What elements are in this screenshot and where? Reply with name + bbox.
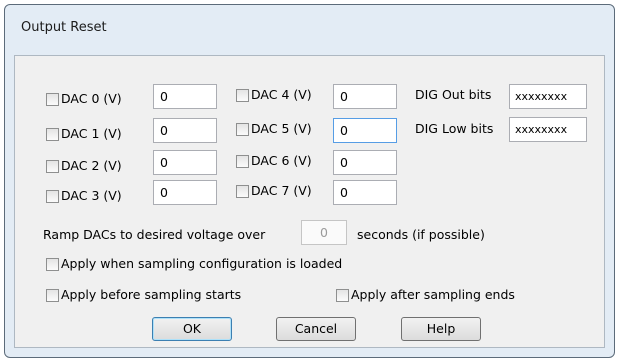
dig-out-label: DIG Out bits: [415, 87, 492, 102]
dac3-checkbox[interactable]: [46, 190, 59, 203]
dig-out-input[interactable]: xxxxxxxx: [509, 84, 587, 109]
dac5-input[interactable]: 0: [333, 118, 397, 143]
ramp-prefix-label: Ramp DACs to desired voltage over: [43, 227, 266, 242]
apply-after-sampling-checkbox[interactable]: [336, 289, 349, 302]
dac0-label: DAC 0 (V): [61, 91, 122, 106]
dac5-label: DAC 5 (V): [251, 121, 312, 136]
dac6-checkbox[interactable]: [236, 155, 249, 168]
apply-after-sampling-label: Apply after sampling ends: [351, 287, 515, 302]
dac7-label: DAC 7 (V): [251, 183, 312, 198]
ramp-suffix-label: seconds (if possible): [357, 227, 485, 242]
dac2-label: DAC 2 (V): [61, 158, 122, 173]
dac3-input[interactable]: 0: [153, 180, 217, 205]
dac6-label: DAC 6 (V): [251, 153, 312, 168]
ramp-seconds-input[interactable]: 0: [301, 220, 347, 245]
dac1-checkbox[interactable]: [46, 128, 59, 141]
dac4-label: DAC 4 (V): [251, 87, 312, 102]
output-reset-dialog: Output Reset DAC 0 (V) 0 DAC 1 (V) 0 DAC…: [4, 4, 615, 358]
apply-when-loaded-label: Apply when sampling configuration is loa…: [61, 256, 343, 271]
dac0-input[interactable]: 0: [153, 84, 217, 109]
ok-button[interactable]: OK: [152, 317, 232, 341]
dac5-checkbox[interactable]: [236, 123, 249, 136]
dac4-checkbox[interactable]: [236, 89, 249, 102]
dig-low-label: DIG Low bits: [415, 121, 494, 136]
dac1-label: DAC 1 (V): [61, 126, 122, 141]
dac0-checkbox[interactable]: [46, 93, 59, 106]
dac3-label: DAC 3 (V): [61, 188, 122, 203]
dac1-input[interactable]: 0: [153, 118, 217, 143]
dac4-input[interactable]: 0: [333, 84, 397, 109]
dac7-input[interactable]: 0: [333, 180, 397, 205]
dac7-checkbox[interactable]: [236, 185, 249, 198]
apply-when-loaded-checkbox[interactable]: [46, 258, 59, 271]
apply-before-sampling-label: Apply before sampling starts: [61, 287, 242, 302]
dialog-content-panel: DAC 0 (V) 0 DAC 1 (V) 0 DAC 2 (V) 0 DAC …: [14, 55, 605, 348]
help-button[interactable]: Help: [401, 317, 481, 341]
dac6-input[interactable]: 0: [333, 150, 397, 175]
cancel-button[interactable]: Cancel: [276, 317, 356, 341]
apply-before-sampling-checkbox[interactable]: [46, 289, 59, 302]
dialog-title: Output Reset: [21, 20, 107, 35]
dac2-checkbox[interactable]: [46, 160, 59, 173]
dac2-input[interactable]: 0: [153, 150, 217, 175]
dig-low-input[interactable]: xxxxxxxx: [509, 117, 587, 142]
